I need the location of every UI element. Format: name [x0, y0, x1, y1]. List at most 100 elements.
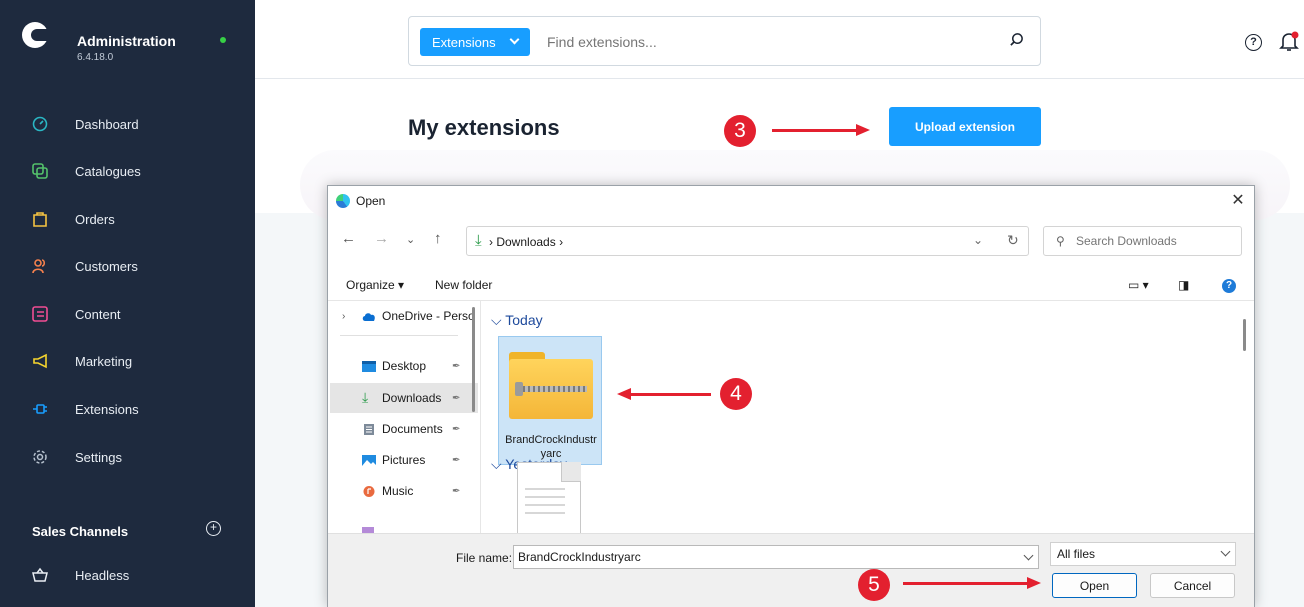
back-arrow-icon[interactable]: ← [341, 230, 356, 247]
content-icon [32, 306, 48, 322]
nav-item-documents[interactable]: Documents ✒ [330, 414, 478, 444]
file-name-label: File name: [456, 551, 513, 565]
pin-icon: ✒ [452, 454, 461, 466]
pin-icon: ✒ [452, 392, 461, 404]
orders-icon [33, 212, 47, 227]
refresh-icon[interactable]: ↻ [1007, 232, 1019, 249]
basket-icon [32, 567, 48, 582]
extensions-icon [33, 404, 47, 414]
nav-scrollbar[interactable] [472, 307, 475, 412]
file-type-select[interactable]: All files [1050, 542, 1236, 566]
pin-icon: ✒ [452, 360, 461, 372]
page-title: My extensions [408, 115, 560, 140]
documents-icon [364, 423, 374, 435]
address-folder: Downloads [496, 235, 556, 249]
nav-separator [340, 335, 458, 336]
address-path: › Downloads › [489, 235, 563, 249]
nav-item-downloads[interactable]: ⤓ Downloads ✒ [330, 383, 478, 413]
search-icon: ⚲ [1056, 234, 1065, 248]
shopware-logo[interactable] [22, 22, 48, 48]
recent-locations-chevron-icon[interactable]: ⌄ [406, 233, 415, 246]
sidebar-item-marketing[interactable]: Marketing [0, 341, 255, 381]
search-type-label: Extensions [432, 34, 496, 50]
nav-item-label: Downloads [382, 391, 442, 405]
sidebar-item-orders[interactable]: Orders [0, 199, 255, 239]
address-separator: › [489, 235, 493, 249]
nav-item-pictures[interactable]: Pictures ✒ [330, 445, 478, 475]
nav-item-label: Pictures [382, 453, 426, 467]
sidebar-item-headless[interactable]: Headless [0, 555, 255, 595]
marketing-icon [33, 353, 47, 369]
step-badge-5: 5 [858, 569, 890, 601]
sidebar-item-customers[interactable]: Customers [0, 246, 255, 286]
sidebar-item-label: Settings [75, 449, 122, 465]
sidebar-item-extensions[interactable]: Extensions [0, 389, 255, 429]
dialog-footer: File name: All files Open Cancel [328, 533, 1254, 607]
address-bar[interactable]: ⤓ › Downloads › ⌄ ↻ [466, 226, 1029, 256]
sidebar-item-label: Headless [75, 567, 130, 583]
pin-icon: ✒ [452, 485, 461, 497]
view-options-icon[interactable]: ▭ ▾ [1128, 278, 1149, 292]
files-pane: ⌵ Today BrandCrockIndustryarc ⌵ Yesterda… [481, 301, 1254, 533]
document-file-icon[interactable] [517, 462, 581, 533]
upload-extension-button[interactable]: Upload extension [889, 107, 1041, 146]
sidebar-item-content[interactable]: Content [0, 294, 255, 334]
sidebar-item-label: Dashboard [75, 116, 139, 132]
chevron-down-icon: ⌵ [491, 312, 502, 328]
nav-item-onedrive[interactable]: › OneDrive - Perso [330, 301, 478, 331]
annotation-arrow [629, 393, 711, 396]
organize-button[interactable]: Organize ▾ [346, 278, 404, 292]
search-type-dropdown[interactable]: Extensions [420, 28, 530, 56]
group-header-today[interactable]: ⌵ Today [491, 312, 543, 329]
sales-channels-title: Sales Channels [32, 524, 129, 539]
catalogue-icon [32, 163, 48, 179]
status-indicator [220, 37, 226, 43]
sidebar-item-label: Orders [75, 211, 115, 227]
sidebar-item-dashboard[interactable]: Dashboard [0, 104, 255, 144]
notification-bell-icon[interactable] [1279, 31, 1299, 53]
up-arrow-icon[interactable]: ↑ [434, 230, 442, 247]
nav-item-label: Desktop [382, 359, 427, 373]
edge-browser-icon [336, 194, 350, 208]
help-icon[interactable]: ? [1245, 34, 1262, 51]
nav-item-desktop[interactable]: Desktop ✒ [330, 351, 478, 381]
close-icon[interactable]: ✕ [1228, 191, 1248, 211]
customers-icon [32, 259, 46, 274]
navigation-pane: › OneDrive - Perso Desktop ✒ ⤓ Downloads… [328, 301, 480, 533]
preview-pane-icon[interactable]: ◨ [1178, 278, 1189, 292]
step-badge-3: 3 [724, 115, 756, 147]
sidebar-item-label: Customers [75, 258, 138, 274]
forward-arrow-icon[interactable]: → [374, 230, 389, 247]
sidebar-item-catalogues[interactable]: Catalogues [0, 151, 255, 191]
sidebar-item-label: Content [75, 306, 121, 322]
sidebar-item-settings[interactable]: Settings [0, 437, 255, 477]
file-item-zip[interactable]: BrandCrockIndustryarc [498, 336, 602, 465]
settings-icon [33, 450, 47, 464]
dialog-titlebar: Open ✕ [328, 186, 1254, 216]
new-folder-button[interactable]: New folder [435, 278, 492, 292]
global-search: Extensions [408, 16, 1041, 66]
nav-item-music[interactable]: Music ✒ [330, 476, 478, 506]
search-downloads-input[interactable] [1076, 232, 1236, 250]
topbar-divider [255, 78, 1304, 79]
file-name-input[interactable] [513, 545, 1039, 569]
file-type-value: All files [1057, 547, 1096, 561]
add-sales-channel-icon[interactable]: + [206, 521, 221, 536]
expand-chevron-icon[interactable]: › [342, 311, 345, 322]
help-icon[interactable]: ? [1222, 279, 1236, 293]
chevron-down-icon: ⌵ [491, 456, 502, 472]
dialog-toolbar: ← → ⌄ ↑ ⤓ › Downloads › ⌄ ↻ ⚲ [328, 218, 1254, 264]
search-input[interactable] [547, 29, 967, 55]
nav-item-label: OneDrive - Perso [382, 309, 475, 323]
annotation-arrow [903, 582, 1029, 585]
files-scrollbar[interactable] [1243, 319, 1246, 351]
sidebar-item-label: Marketing [75, 353, 133, 369]
group-header-label: Today [505, 312, 543, 328]
download-icon: ⤓ [362, 389, 369, 405]
open-button[interactable]: Open [1052, 573, 1137, 598]
chevron-down-icon[interactable]: ⌄ [973, 233, 983, 247]
search-icon[interactable] [1009, 32, 1024, 47]
sidebar-item-label: Catalogues [75, 163, 141, 179]
cancel-button[interactable]: Cancel [1150, 573, 1235, 598]
music-icon [363, 485, 375, 497]
